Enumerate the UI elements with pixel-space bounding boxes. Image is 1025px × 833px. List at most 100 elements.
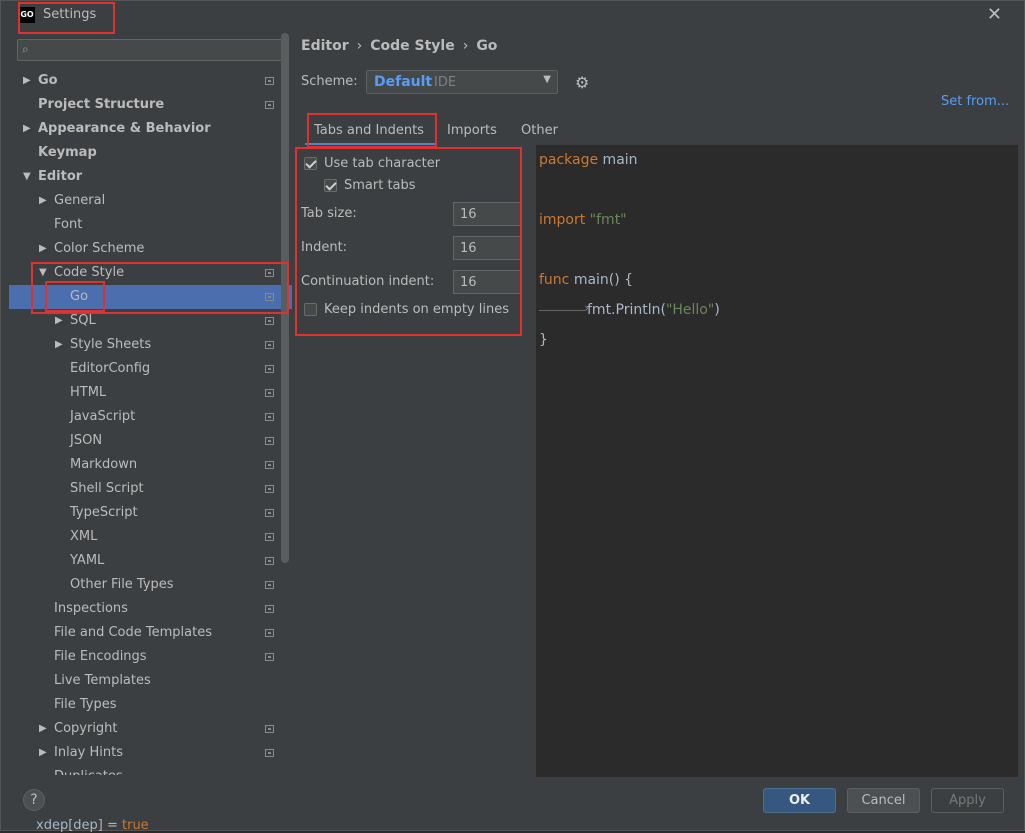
sidebar-item[interactable]: Inspections xyxy=(9,597,292,621)
sidebar-item[interactable]: ▼ Code Style xyxy=(9,261,292,285)
sidebar-item-label: Go xyxy=(38,73,58,88)
scheme-dropdown[interactable]: Default IDE ▼ xyxy=(366,70,558,94)
expand-arrow-right-icon[interactable]: ▶ xyxy=(55,333,67,357)
sidebar-item[interactable]: ▶ Appearance & Behavior xyxy=(9,117,292,141)
breadcrumb-go: Go xyxy=(476,38,498,54)
sidebar-item[interactable]: Project Structure xyxy=(9,93,292,117)
tab-tabs-and-indents[interactable]: Tabs and Indents xyxy=(314,123,424,138)
breadcrumb-separator: › xyxy=(462,38,469,54)
project-scope-icon xyxy=(265,413,274,421)
sidebar-item[interactable]: ▶ Go xyxy=(9,69,292,93)
sidebar-item[interactable]: File Types xyxy=(9,693,292,717)
sidebar-item-label: Live Templates xyxy=(54,673,151,688)
sidebar-item[interactable]: ▶ General xyxy=(9,189,292,213)
project-scope-icon xyxy=(265,269,274,277)
project-scope-icon xyxy=(265,725,274,733)
sidebar-item[interactable]: ▼ Editor xyxy=(9,165,292,189)
sidebar-item[interactable]: ▶ Inlay Hints xyxy=(9,741,292,765)
project-scope-icon xyxy=(265,749,274,757)
sidebar-item[interactable]: Markdown xyxy=(9,453,292,477)
sidebar-item[interactable]: Duplicates xyxy=(9,765,292,775)
sidebar-item[interactable]: Live Templates xyxy=(9,669,292,693)
title-bar: GO Settings ✕ xyxy=(1,1,1024,31)
set-from-link[interactable]: Set from... xyxy=(941,94,1009,109)
sidebar-item[interactable]: ▶ Copyright xyxy=(9,717,292,741)
expand-arrow-right-icon[interactable]: ▶ xyxy=(23,69,35,93)
sidebar-item-label: File Encodings xyxy=(54,649,147,664)
sidebar-item-label: Font xyxy=(54,217,83,232)
expand-arrow-down-icon[interactable]: ▼ xyxy=(39,261,51,285)
sidebar-item-label: XML xyxy=(70,529,98,544)
code-text: ) xyxy=(714,302,720,318)
sidebar-item[interactable]: Font xyxy=(9,213,292,237)
smart-tabs-checkbox[interactable] xyxy=(324,179,337,192)
keep-indents-checkbox[interactable] xyxy=(304,303,317,316)
sidebar-item-label: Code Style xyxy=(54,265,125,280)
sidebar-item[interactable]: ▶ Style Sheets xyxy=(9,333,292,357)
goland-app-icon: GO xyxy=(19,7,35,23)
sidebar-item[interactable]: ▶ Color Scheme xyxy=(9,237,292,261)
breadcrumb-editor: Editor xyxy=(301,38,349,54)
close-icon[interactable]: ✕ xyxy=(987,4,1002,25)
tab-size-input[interactable] xyxy=(453,202,521,226)
indent-label: Indent: xyxy=(301,240,348,255)
sidebar-item-label: Inlay Hints xyxy=(54,745,123,760)
indent-input[interactable] xyxy=(453,236,521,260)
continuation-indent-input[interactable] xyxy=(453,270,521,294)
sidebar-item-label: Project Structure xyxy=(38,97,165,112)
tab-size-label: Tab size: xyxy=(301,206,357,221)
sidebar-item[interactable]: ▶ SQL xyxy=(9,309,292,333)
project-scope-icon xyxy=(265,605,274,613)
sidebar-item[interactable]: File Encodings xyxy=(9,645,292,669)
sidebar-item-label: YAML xyxy=(70,553,105,568)
expand-arrow-right-icon[interactable]: ▶ xyxy=(39,717,51,741)
tab-other[interactable]: Other xyxy=(521,123,558,138)
gear-icon[interactable]: ⚙ xyxy=(575,73,589,92)
sidebar-item[interactable]: Keymap xyxy=(9,141,292,165)
sidebar-item-label: File Types xyxy=(54,697,117,712)
project-scope-icon xyxy=(265,557,274,565)
sidebar-item[interactable]: JSON xyxy=(9,429,292,453)
code-line-5: } xyxy=(539,332,548,348)
sidebar-item-label: Go xyxy=(70,289,89,304)
keyword: func xyxy=(539,272,570,288)
sidebar-item[interactable]: XML xyxy=(9,525,292,549)
sidebar-item[interactable]: Other File Types xyxy=(9,573,292,597)
sidebar-item[interactable]: TypeScript xyxy=(9,501,292,525)
sidebar-item-label: Duplicates xyxy=(54,765,123,775)
project-scope-icon xyxy=(265,461,274,469)
expand-arrow-right-icon[interactable]: ▶ xyxy=(39,741,51,765)
sidebar-item[interactable]: File and Code Templates xyxy=(9,621,292,645)
sidebar-item[interactable]: JavaScript xyxy=(9,405,292,429)
chevron-down-icon: ▼ xyxy=(543,74,551,85)
sidebar-scrollbar[interactable] xyxy=(281,33,289,563)
apply-button[interactable]: Apply xyxy=(931,788,1004,813)
code-line-2: import "fmt" xyxy=(539,212,627,228)
expand-arrow-right-icon[interactable]: ▶ xyxy=(39,237,51,261)
use-tab-character-checkbox[interactable] xyxy=(304,157,317,170)
sidebar-item[interactable]: Go xyxy=(9,285,292,309)
ok-button[interactable]: OK xyxy=(763,788,836,813)
tab-imports[interactable]: Imports xyxy=(447,123,497,138)
expand-arrow-right-icon[interactable]: ▶ xyxy=(55,309,67,333)
expand-arrow-right-icon[interactable]: ▶ xyxy=(39,189,51,213)
help-button[interactable]: ? xyxy=(23,789,45,811)
expand-arrow-down-icon[interactable]: ▼ xyxy=(23,165,35,189)
sidebar-item[interactable]: EditorConfig xyxy=(9,357,292,381)
project-scope-icon xyxy=(265,365,274,373)
sidebar-item[interactable]: YAML xyxy=(9,549,292,573)
sidebar-item-label: Markdown xyxy=(70,457,138,472)
project-scope-icon xyxy=(265,533,274,541)
sidebar-item-label: Color Scheme xyxy=(54,241,145,256)
search-box[interactable]: ⌕ xyxy=(17,39,283,61)
cancel-button[interactable]: Cancel xyxy=(847,788,920,813)
project-scope-icon xyxy=(265,485,274,493)
code-text: fmt.Println( xyxy=(587,302,666,318)
sidebar-item-label: File and Code Templates xyxy=(54,625,212,640)
search-input[interactable] xyxy=(38,41,282,61)
expand-arrow-right-icon[interactable]: ▶ xyxy=(23,117,35,141)
sidebar-item[interactable]: HTML xyxy=(9,381,292,405)
sidebar-item[interactable]: Shell Script xyxy=(9,477,292,501)
code-text: main xyxy=(598,152,638,168)
project-scope-icon xyxy=(265,581,274,589)
